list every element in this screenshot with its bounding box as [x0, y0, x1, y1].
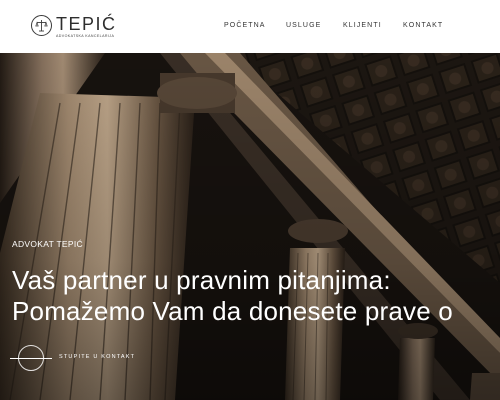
nav-item-pocetna[interactable]: POČETNA [224, 22, 266, 29]
hero-headline: Vaš partner u pravnim pitanjima: Pomažem… [12, 265, 500, 327]
main-nav: POČETNA USLUGE KLIJENTI KONTAKT [0, 22, 500, 34]
hero-headline-line-1: Vaš partner u pravnim pitanjima: [12, 265, 391, 295]
nav-item-klijenti[interactable]: KLIJENTI [343, 22, 382, 29]
contact-cta-button[interactable]: STUPITE U KONTAKT [10, 345, 150, 371]
hero-kicker: ADVOKAT TEPIĆ [12, 239, 83, 249]
hero-section: ADVOKAT TEPIĆ Vaš partner u pravnim pita… [0, 53, 500, 400]
nav-item-usluge[interactable]: USLUGE [286, 22, 321, 29]
site-header: TEPIĆ ADVOKATSKA KANCELARIJA POČETNA USL… [0, 0, 500, 53]
cta-arrow-line [10, 357, 52, 359]
hero-headline-line-2: Pomažemo Vam da donesete prave o [12, 296, 453, 326]
cta-label: STUPITE U KONTAKT [59, 354, 136, 360]
nav-item-kontakt[interactable]: KONTAKT [403, 22, 443, 29]
logo-tagline: ADVOKATSKA KANCELARIJA [56, 34, 115, 38]
